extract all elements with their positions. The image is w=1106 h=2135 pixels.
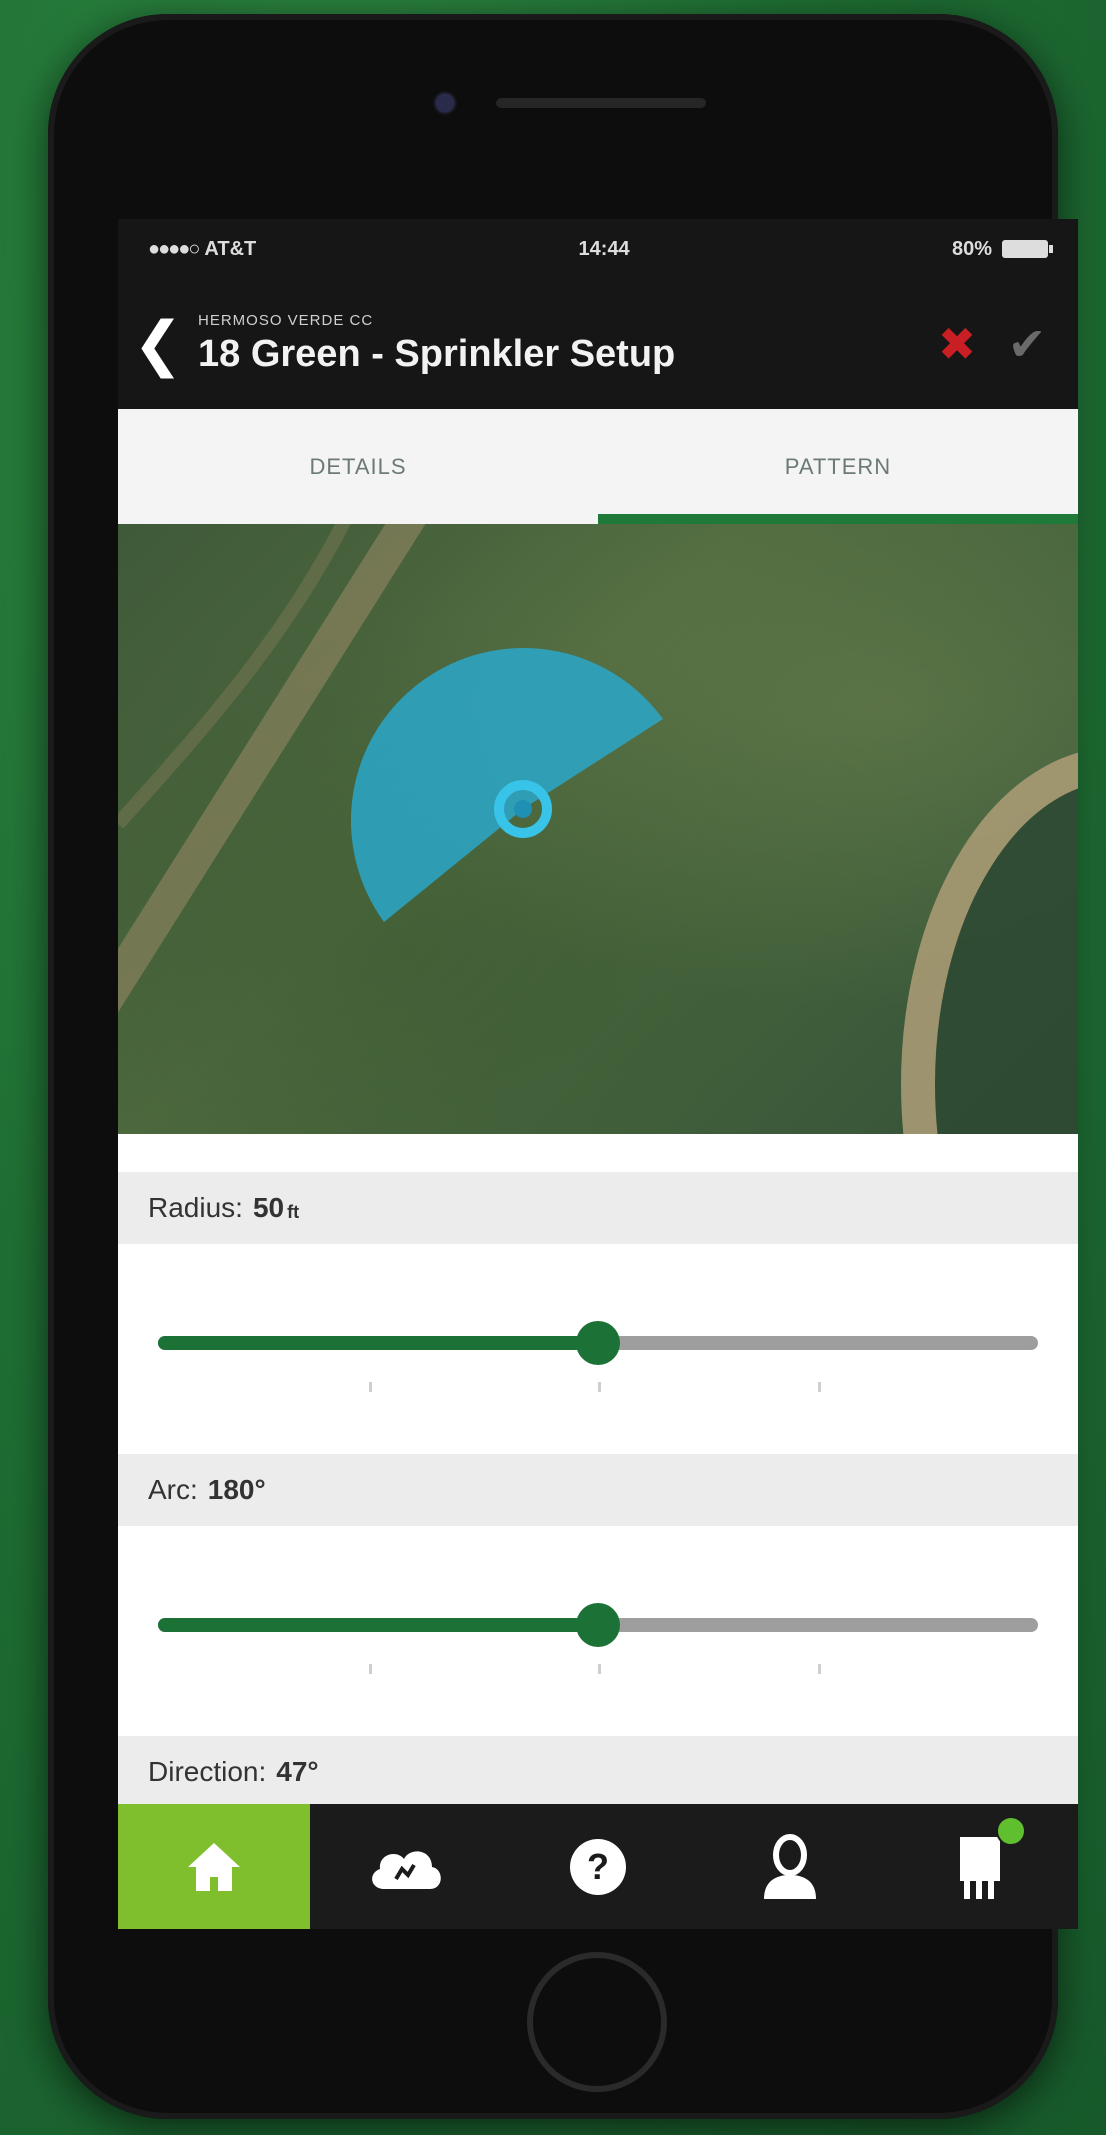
user-icon [764,1833,816,1899]
slider-tick [369,1382,373,1392]
phone-frame: ●●●●○ AT&T 14:44 80% ❮ HERMOSO VERDE CC … [48,14,1078,2119]
status-bar: ●●●●○ AT&T 14:44 80% [118,219,1078,279]
direction-value: 47° [276,1756,319,1787]
signal-indicator: ●●●●○ AT&T [148,238,256,261]
back-button[interactable]: ❮ [118,309,198,379]
nav-home-button[interactable] [118,1804,310,1929]
satellite-map[interactable] [118,524,1078,1134]
check-icon: ✔ [1007,318,1047,370]
battery-percent: 80% [951,237,992,260]
radius-unit: ft [287,1201,300,1222]
direction-row: Direction: 47° [118,1736,1078,1808]
arc-slider-ticks [158,1664,1038,1676]
cloud-icon [372,1850,441,1889]
phone-home-button[interactable] [527,1952,667,2092]
radius-slider[interactable] [118,1244,1078,1454]
map-overlay [118,524,1078,1134]
sand-bunker [901,752,1078,1134]
arc-slider-fill [158,1618,598,1632]
slider-tick [369,1664,373,1674]
camera-lens [436,94,454,112]
slider-tick [818,1664,821,1674]
carrier-name: AT&T [204,237,257,260]
bottom-tab-bar: ? [118,1804,1078,1929]
arc-slider-track[interactable] [158,1603,1038,1647]
speaker-grille [496,98,706,108]
home-icon [188,1842,240,1891]
arc-slider[interactable] [118,1526,1078,1736]
radius-slider-thumb[interactable] [576,1321,620,1365]
radius-slider-fill [158,1336,598,1350]
page-title: 18 Green - Sprinkler Setup [198,333,676,375]
arc-row: Arc: 180° [118,1454,1078,1526]
nav-notifications-button[interactable] [886,1804,1078,1929]
radius-slider-ticks [158,1382,1038,1394]
save-button[interactable]: ✔ [992,317,1062,371]
app-screen: ●●●●○ AT&T 14:44 80% ❮ HERMOSO VERDE CC … [118,219,1078,1929]
slider-tick [598,1664,601,1674]
course-subtitle: HERMOSO VERDE CC [198,312,374,329]
nav-bar: ❮ HERMOSO VERDE CC 18 Green - Sprinkler … [118,279,1078,409]
arc-slider-thumb[interactable] [576,1603,620,1647]
slider-tick [598,1382,601,1392]
pattern-controls: Radius: 50 ft Arc: 180° Direction: 47° [118,1134,1078,1808]
notification-badge [996,1816,1026,1846]
svg-text:?: ? [587,1846,609,1887]
direction-label: Direction: [148,1756,267,1787]
chevron-left-icon: ❮ [132,310,184,377]
tab-details[interactable]: DETAILS [118,409,598,524]
clock: 14:44 [578,237,630,260]
radius-slider-track[interactable] [158,1321,1038,1365]
nav-weather-button[interactable] [310,1804,502,1929]
arc-value: 180° [207,1474,266,1505]
slider-tick [818,1382,821,1392]
radius-row: Radius: 50 ft [118,1172,1078,1244]
signal-dots-icon: ●●●●○ [148,237,200,260]
radius-label: Radius: [148,1192,243,1223]
nav-titles: HERMOSO VERDE CC 18 Green - Sprinkler Se… [198,312,922,376]
active-tab-indicator [598,514,1078,524]
tab-pattern[interactable]: PATTERN [598,409,1078,524]
sprinkler-center [514,800,532,818]
close-icon: ✖ [937,318,977,370]
battery-icon [1002,240,1053,258]
nav-help-button[interactable]: ? [502,1804,694,1929]
arc-label: Arc: [148,1474,198,1505]
battery-indicator: 80% [951,237,1053,261]
tab-bar: DETAILS PATTERN [118,409,1078,524]
radius-value: 50 [252,1192,285,1223]
cancel-button[interactable]: ✖ [922,317,992,371]
help-icon: ? [570,1838,626,1895]
nav-profile-button[interactable] [694,1804,886,1929]
